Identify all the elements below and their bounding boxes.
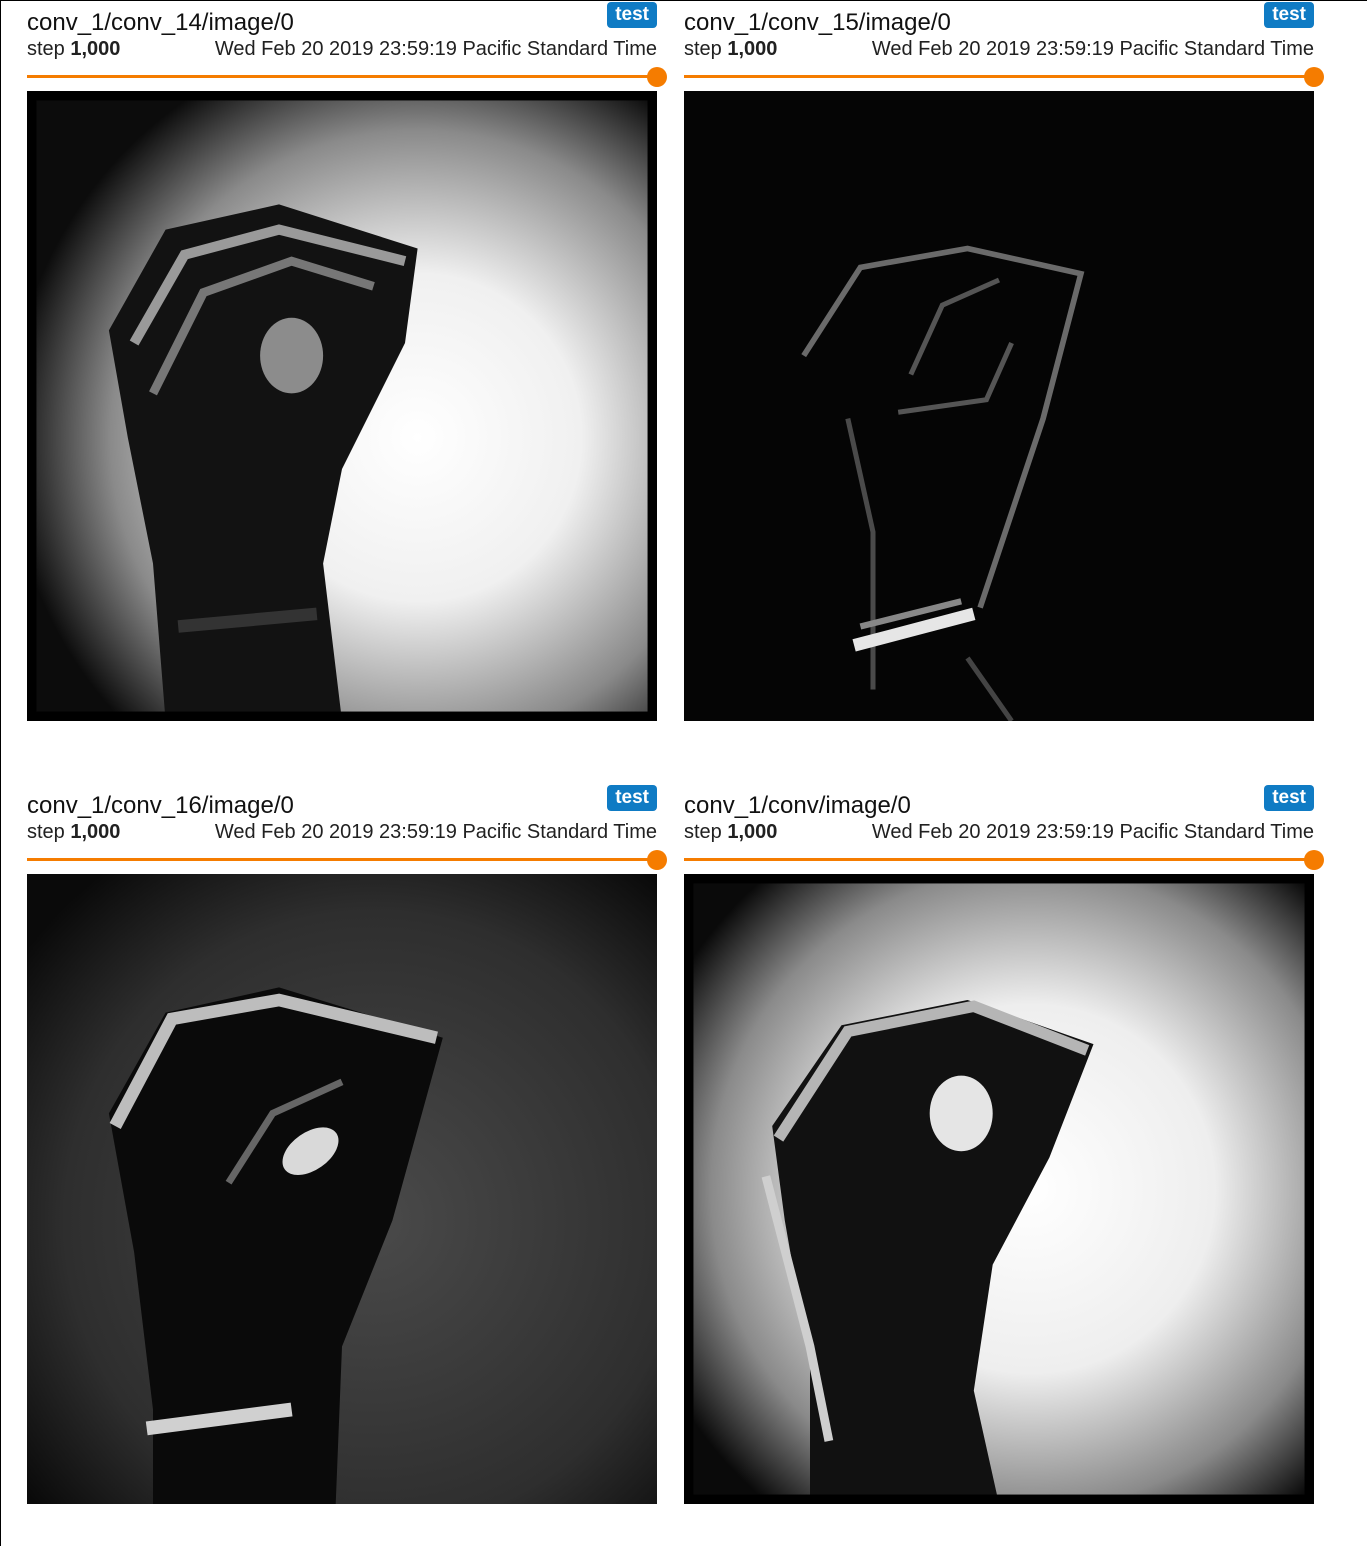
- card-title: conv_1/conv_14/image/0: [27, 9, 294, 36]
- activation-image: [27, 874, 657, 1504]
- step-value: 1,000: [70, 821, 121, 843]
- wall-time: Wed Feb 20 2019 23:59:19 Pacific Standar…: [214, 38, 657, 60]
- activation-map-image: [684, 91, 1314, 721]
- step-info: step 1,000 Wed Feb 20 2019 23:59:19 Paci…: [684, 820, 1314, 844]
- step-value: 1,000: [727, 821, 778, 843]
- step-value: 1,000: [70, 38, 121, 60]
- wall-time: Wed Feb 20 2019 23:59:19 Pacific Standar…: [871, 38, 1314, 60]
- slider-track[interactable]: [684, 75, 1314, 78]
- run-badge: test: [1264, 785, 1314, 811]
- activation-image: [684, 91, 1314, 721]
- wall-time: Wed Feb 20 2019 23:59:19 Pacific Standar…: [871, 821, 1314, 843]
- card-title: conv_1/conv_15/image/0: [684, 9, 951, 36]
- step-info: step 1,000 Wed Feb 20 2019 23:59:19 Paci…: [27, 37, 657, 61]
- step-label: step: [684, 821, 722, 843]
- slider-track[interactable]: [27, 75, 657, 78]
- step-slider[interactable]: [27, 850, 667, 870]
- step-slider[interactable]: [27, 67, 667, 87]
- run-badge: test: [607, 785, 657, 811]
- activation-map-image: [27, 91, 657, 721]
- step-label: step: [684, 38, 722, 60]
- slider-thumb[interactable]: [1304, 850, 1324, 870]
- step-value: 1,000: [727, 38, 778, 60]
- activation-map-image: [27, 874, 657, 1504]
- step-label: step: [27, 38, 65, 60]
- step-info: step 1,000 Wed Feb 20 2019 23:59:19 Paci…: [27, 820, 657, 844]
- slider-track[interactable]: [684, 858, 1314, 861]
- card-title: conv_1/conv_16/image/0: [27, 792, 294, 819]
- wall-time: Wed Feb 20 2019 23:59:19 Pacific Standar…: [214, 821, 657, 843]
- slider-thumb[interactable]: [647, 850, 667, 870]
- slider-thumb[interactable]: [1304, 67, 1324, 87]
- step-slider[interactable]: [684, 67, 1324, 87]
- activation-image: [27, 91, 657, 721]
- card-title: conv_1/conv/image/0: [684, 792, 911, 819]
- slider-track[interactable]: [27, 858, 657, 861]
- activation-map-image: [684, 874, 1314, 1504]
- step-info: step 1,000 Wed Feb 20 2019 23:59:19 Paci…: [684, 37, 1314, 61]
- step-label: step: [27, 821, 65, 843]
- step-slider[interactable]: [684, 850, 1324, 870]
- run-badge: test: [607, 2, 657, 28]
- slider-thumb[interactable]: [647, 67, 667, 87]
- run-badge: test: [1264, 2, 1314, 28]
- activation-image: [684, 874, 1314, 1504]
